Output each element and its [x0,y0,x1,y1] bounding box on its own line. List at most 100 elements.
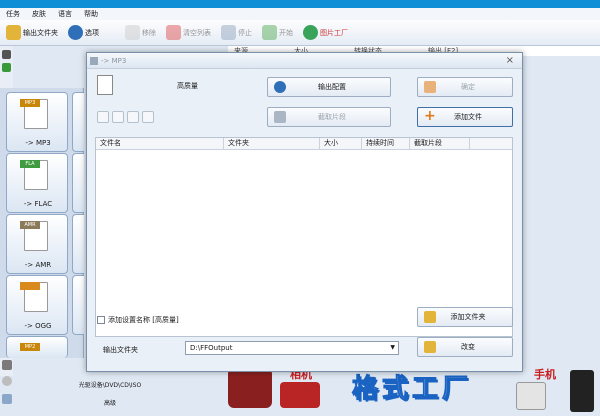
options-button[interactable]: 选项 [66,22,101,44]
output-folder-label: 输出文件夹 [23,28,58,37]
column-folder[interactable]: 文件夹 [224,138,320,149]
advanced-category-icon [2,394,12,404]
add-folder-label: 添加文件夹 [450,313,486,321]
image-factory-label: 图片工厂 [320,28,348,37]
output-config-button[interactable]: 输出配置 [267,77,391,97]
folder-icon [6,25,21,40]
format-mp3-label: -> MP3 [25,139,51,147]
delete-label: 移除 [142,28,156,37]
ogg-tag [20,282,40,290]
flac-tag: FLA [20,160,40,168]
disc-category-icon [2,376,12,386]
change-button[interactable]: 改变 [417,337,513,357]
add-file-button[interactable]: + 添加文件 [417,107,513,127]
stop-icon [221,25,236,40]
mp3-tag: MP3 [20,99,40,107]
menu-item-task[interactable]: 任务 [6,9,20,19]
menu-item-language[interactable]: 语言 [58,9,72,19]
amr-tag: AMR [20,221,40,229]
mp3-format-icon [97,75,113,95]
menu-item-help[interactable]: 帮助 [84,9,98,19]
output-folder-label: 输出文件夹 [103,346,138,354]
column-clip[interactable]: 截取片段 [410,138,470,149]
output-config-label: 输出配置 [318,83,346,91]
add-setting-name-checkbox[interactable] [97,316,105,324]
folder-icon [424,341,436,353]
format-second-column-1[interactable] [72,92,84,152]
output-folder-button[interactable]: 输出文件夹 [4,22,60,44]
format-amr-button[interactable]: AMR -> AMR [6,214,68,274]
add-setting-name-label: 添加设置名称 [高质量] [108,316,179,324]
menu-bar: 任务 皮肤 语言 帮助 [0,8,600,20]
format-ogg-label: -> OGG [24,322,52,330]
close-icon[interactable]: × [506,55,514,66]
stop-button[interactable]: 停止 [219,22,254,44]
remove-file-icon[interactable] [97,111,109,123]
delete-icon [125,25,140,40]
clear-files-icon[interactable] [112,111,124,123]
mp2-tag: MP2 [20,343,40,351]
audio-category-icon[interactable] [2,63,11,72]
format-second-column-2[interactable] [72,153,84,213]
image-factory-icon [303,25,318,40]
image-factory-button[interactable]: 图片工厂 [301,22,350,44]
output-folder-path: D:\FFOutput [190,344,233,352]
ok-button[interactable]: 确定 [417,77,513,97]
phone-icon [570,370,594,412]
printer-icon [516,382,546,410]
window-titlebar [0,0,600,8]
format-mp2-button[interactable]: MP2 [6,336,68,358]
format-second-column-3[interactable] [72,214,84,274]
camera-icon [280,382,320,408]
column-filename[interactable]: 文件名 [96,138,224,149]
format-amr-label: -> AMR [24,261,52,269]
phone-label: 手机 [534,368,556,381]
add-folder-icon [424,311,436,323]
mp3-settings-dialog: -> MP3 × 高质量 输出配置 确定 截取片段 + 添加文件 文件名 文件夹… [86,52,523,372]
clip-button[interactable]: 截取片段 [267,107,391,127]
start-icon [262,25,277,40]
options-icon [68,25,83,40]
output-folder-select[interactable]: D:\FFOutput ▼ [185,341,399,355]
dialog-title: -> MP3 [101,57,127,65]
add-file-label: 添加文件 [454,113,482,121]
format-ogg-button[interactable]: -> OGG [6,275,68,335]
column-size[interactable]: 大小 [320,138,362,149]
add-setting-name-option[interactable]: 添加设置名称 [高质量] [97,315,179,325]
options-label: 选项 [85,28,99,37]
clear-list-button[interactable]: 清空列表 [164,22,213,44]
format-mp3-button[interactable]: MP3 -> MP3 [6,92,68,152]
image-category-icon [2,360,12,370]
column-duration[interactable]: 持续时间 [362,138,410,149]
play-file-icon[interactable] [127,111,139,123]
main-toolbar: 输出文件夹 选项 移除 清空列表 停止 开始 图片工厂 [0,20,600,46]
start-label: 开始 [279,28,293,37]
plus-icon: + [424,108,436,124]
category-advanced[interactable]: 高级 [0,398,220,407]
brand-name: 格式工厂 [351,374,473,405]
clear-list-label: 清空列表 [183,28,211,37]
clear-list-icon [166,25,181,40]
format-flac-button[interactable]: FLA -> FLAC [6,153,68,213]
ok-label: 确定 [461,83,475,91]
file-action-icons [97,111,154,123]
format-second-column-4[interactable] [72,275,84,335]
audio-format-panel: MP3 -> MP3 FLA -> FLAC AMR -> AMR -> OGG… [0,88,84,358]
clip-label: 截取片段 [318,113,346,121]
change-label: 改变 [461,343,475,351]
quality-label: 高质量 [177,82,198,90]
video-category-icon[interactable] [2,50,11,59]
menu-item-skin[interactable]: 皮肤 [32,9,46,19]
file-table-header: 文件名 文件夹 大小 持续时间 截取片段 [96,138,512,150]
dialog-icon [90,57,98,65]
delete-button[interactable]: 移除 [123,22,158,44]
category-rom-device[interactable]: 光驱设备\DVD\CD\ISO [0,380,220,389]
info-file-icon[interactable] [142,111,154,123]
dialog-titlebar: -> MP3 × [87,53,522,69]
clip-icon [274,111,286,123]
stop-label: 停止 [238,28,252,37]
camcorder-icon [228,368,272,408]
add-folder-button[interactable]: 添加文件夹 [417,307,513,327]
chevron-down-icon: ▼ [390,344,395,351]
start-button[interactable]: 开始 [260,22,295,44]
